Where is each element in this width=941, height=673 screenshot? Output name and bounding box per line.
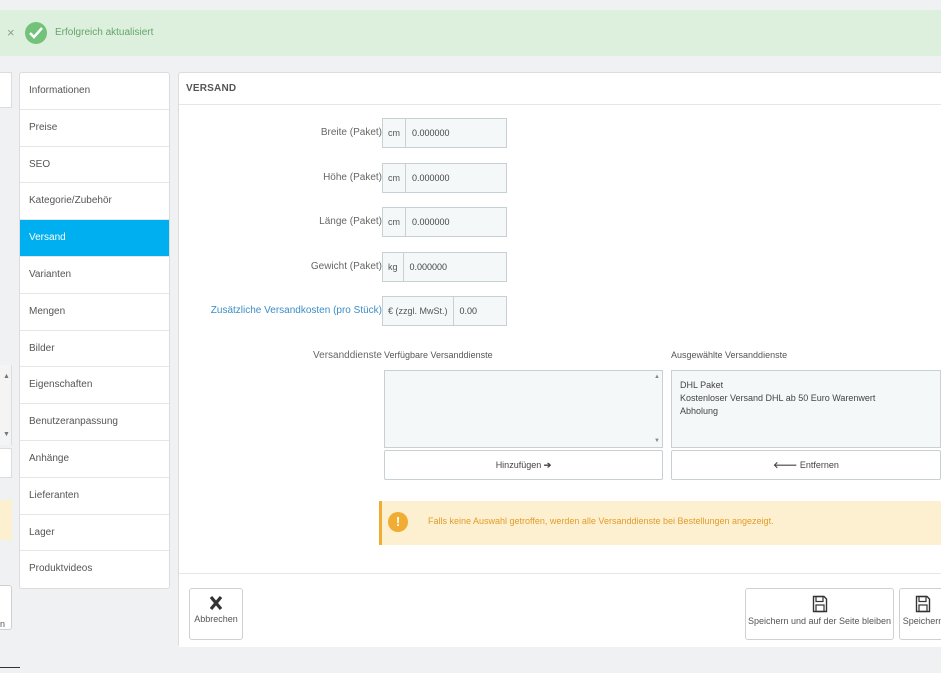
save-and-stay-label: Speichern und auf der Seite bleiben xyxy=(747,616,892,626)
remove-carrier-button[interactable]: 🡐 Entfernen xyxy=(671,450,941,480)
shipping-panel: VERSAND Breite (Paket) cm 0.000000 Höhe … xyxy=(178,72,941,647)
panel-footer: Abbrechen Speichern und auf der Seite bl… xyxy=(179,573,941,647)
carriers-label: Versanddienste xyxy=(313,350,382,361)
tab-mengen[interactable]: Mengen xyxy=(20,294,169,331)
save-icon xyxy=(915,595,931,613)
weight-label: Gewicht (Paket) xyxy=(310,261,382,272)
tab-benutzeranpassung[interactable]: Benutzeranpassung xyxy=(20,404,169,441)
depth-unit: cm xyxy=(383,208,406,236)
remove-carrier-label: Entfernen xyxy=(799,460,839,470)
save-button[interactable]: Speichern xyxy=(899,588,941,640)
scroll-up-icon[interactable]: ▲ xyxy=(654,374,660,380)
depth-label: Länge (Paket) xyxy=(319,216,382,227)
tab-eigenschaften[interactable]: Eigenschaften xyxy=(20,367,169,405)
warning-alert: ! Falls keine Auswahl getroffen, werden … xyxy=(379,501,941,545)
cancel-label: Abbrechen xyxy=(194,614,238,624)
extra-cost-field[interactable]: € (zzgl. MwSt.) 0.00 xyxy=(382,296,507,326)
arrow-right-icon: ➔ xyxy=(543,460,552,470)
extra-cost-input[interactable]: 0.00 xyxy=(453,297,506,325)
left-edge-button-label: n xyxy=(0,619,6,629)
exclamation-icon: ! xyxy=(388,512,408,532)
divider xyxy=(0,667,20,668)
left-edge-scrollbar[interactable]: ▲ ▼ xyxy=(0,365,12,445)
save-icon xyxy=(812,595,827,613)
extra-cost-unit: € (zzgl. MwSt.) xyxy=(383,297,454,325)
tab-produktvideos[interactable]: Produktvideos xyxy=(20,551,169,588)
close-icon[interactable]: × xyxy=(7,25,15,41)
tab-lieferanten[interactable]: Lieferanten xyxy=(20,478,169,515)
width-unit: cm xyxy=(383,119,406,147)
tab-versand[interactable]: Versand xyxy=(20,220,169,257)
list-item[interactable]: Abholung xyxy=(672,405,940,418)
tab-varianten[interactable]: Varianten xyxy=(20,257,169,294)
cancel-button[interactable]: Abbrechen xyxy=(189,588,243,640)
add-carrier-label: Hinzufügen xyxy=(495,460,542,470)
tab-seo[interactable]: SEO xyxy=(20,147,169,184)
weight-unit: kg xyxy=(383,253,404,281)
height-label: Höhe (Paket) xyxy=(323,172,382,183)
available-carriers-list[interactable]: ▲ ▼ xyxy=(384,370,663,448)
checkmark-icon xyxy=(25,22,47,44)
extra-cost-label[interactable]: Zusätzliche Versandkosten (pro Stück) xyxy=(211,305,382,316)
left-edge-button[interactable]: n xyxy=(0,585,12,630)
tab-kategorie[interactable]: Kategorie/Zubehör xyxy=(20,183,169,221)
weight-field[interactable]: kg 0.000000 xyxy=(382,252,507,282)
success-alert: × Erfolgreich aktualisiert xyxy=(0,10,941,56)
depth-field[interactable]: cm 0.000000 xyxy=(382,207,507,237)
weight-input[interactable]: 0.000000 xyxy=(403,253,506,281)
tab-lager[interactable]: Lager xyxy=(20,515,169,552)
tab-preise[interactable]: Preise xyxy=(20,110,169,147)
save-label: Speichern xyxy=(902,616,941,626)
add-carrier-button[interactable]: Hinzufügen ➔ xyxy=(384,450,663,480)
available-carriers-title: Verfügbare Versanddienste xyxy=(384,350,493,360)
left-edge-panel xyxy=(0,72,12,108)
scroll-up-icon: ▲ xyxy=(3,373,10,380)
selected-carriers-list[interactable]: DHL Paket Kostenloser Versand DHL ab 50 … xyxy=(671,370,941,448)
width-label: Breite (Paket) xyxy=(320,127,382,138)
height-input[interactable]: 0.000000 xyxy=(406,164,506,192)
selected-carriers-title: Ausgewählte Versanddienste xyxy=(671,350,788,360)
tab-informationen[interactable]: Informationen xyxy=(20,73,169,110)
list-item[interactable]: DHL Paket xyxy=(672,379,940,392)
depth-input[interactable]: 0.000000 xyxy=(406,208,506,236)
left-edge-notice xyxy=(0,500,12,540)
height-unit: cm xyxy=(383,164,406,192)
list-item[interactable]: Kostenloser Versand DHL ab 50 Euro Waren… xyxy=(672,392,940,405)
scroll-down-icon: ▼ xyxy=(3,431,10,438)
success-message: Erfolgreich aktualisiert xyxy=(55,27,154,38)
arrow-left-icon: 🡐 xyxy=(773,460,798,470)
width-input[interactable]: 0.000000 xyxy=(406,119,506,147)
panel-title: VERSAND xyxy=(179,73,941,105)
save-and-stay-button[interactable]: Speichern und auf der Seite bleiben xyxy=(745,588,894,640)
product-tabs: Informationen Preise SEO Kategorie/Zubeh… xyxy=(19,72,170,590)
tab-bilder[interactable]: Bilder xyxy=(20,331,169,368)
width-field[interactable]: cm 0.000000 xyxy=(382,118,507,148)
close-icon xyxy=(209,595,223,611)
scroll-down-icon[interactable]: ▼ xyxy=(654,438,660,444)
warning-message: Falls keine Auswahl getroffen, werden al… xyxy=(428,516,774,526)
tab-anhaenge[interactable]: Anhänge xyxy=(20,441,169,478)
height-field[interactable]: cm 0.000000 xyxy=(382,163,507,193)
left-edge-field xyxy=(0,448,12,478)
